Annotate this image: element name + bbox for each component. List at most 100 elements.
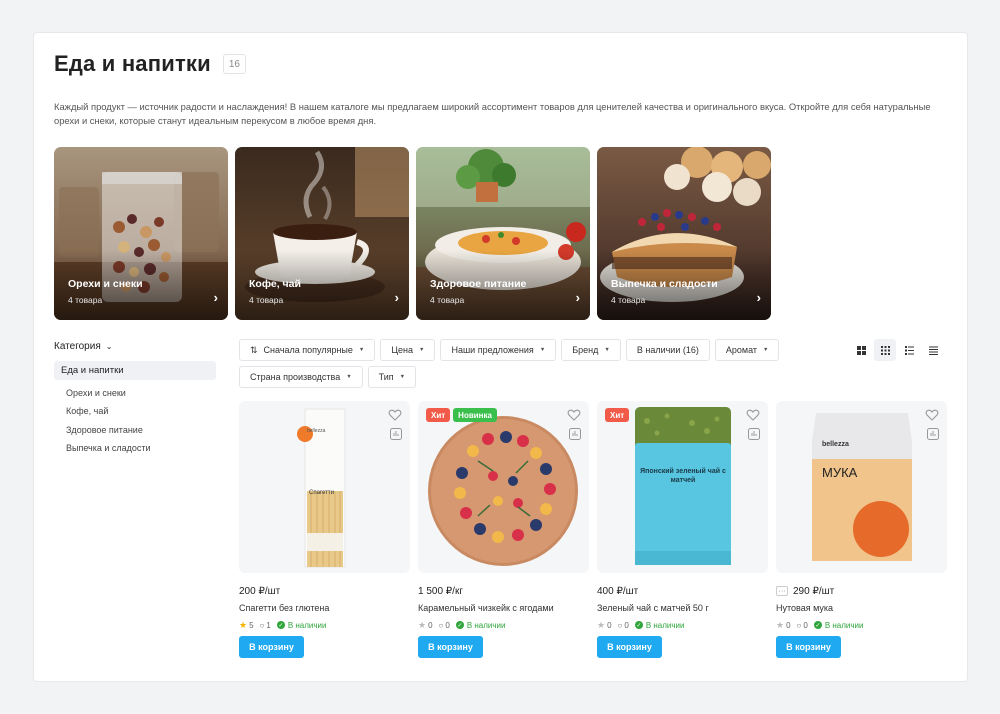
product-name[interactable]: Зеленый чай с матчей 50 г [597,603,768,616]
page-title: Еда и напитки [54,51,211,76]
add-to-cart-button[interactable]: В корзину [239,636,304,658]
price-value: 1 500 ₽/кг [418,585,463,597]
caret-down-icon: ▼ [399,374,406,380]
price-value: 200 ₽/шт [239,585,281,597]
table-icon [928,346,938,355]
caret-down-icon: ▼ [358,347,365,353]
filter-country[interactable]: Страна производства ▼ [239,366,363,388]
sidebar-item-healthy[interactable]: Здоровое питание [54,421,216,439]
tea-package-image [635,407,731,565]
filter-offers[interactable]: Наши предложения ▼ [440,339,557,361]
check-icon: ✓ [634,621,643,629]
heart-icon[interactable] [746,408,760,422]
sidebar-heading: Категория [54,340,101,352]
filter-type[interactable]: Тип ▼ [367,366,417,388]
product-price: 1 500 ₽/кг [418,584,589,598]
view-list-button[interactable] [898,339,920,361]
star-icon: ★ [597,619,606,630]
tag-hit: Хит [605,408,630,422]
category-tile-nuts[interactable]: Орехи и снеки 4 товара › [54,147,228,320]
tag-new: Новинка [453,408,497,422]
rating-value: 0 [786,620,791,630]
filter-in-stock[interactable]: В наличии (16) [625,339,710,361]
stock-label: В наличии [824,620,864,630]
category-tile-count: 4 товара [249,295,284,305]
product-card: bellezza МУКА ··· 290 ₽/шт Нутовая мука … [776,401,947,658]
product-price: ··· 290 ₽/шт [776,584,947,598]
comments: ○ 0 [618,621,629,630]
product-meta: ★ 0 ○ 0 ✓ В наличии [597,619,768,631]
product-tags: Хит Новинка [426,408,497,422]
product-card: bellezza Спагетти 200 ₽/шт Спагетти без … [239,401,410,658]
chevron-right-icon: › [213,290,218,305]
rating-value: 0 [607,620,612,630]
more-offers-button[interactable]: ··· [776,586,788,596]
category-tile-count: 4 товара [68,295,103,305]
pack-brand: bellezza [822,441,849,448]
product-image[interactable]: bellezza МУКА [776,401,947,573]
compare-icon[interactable] [390,428,402,440]
comment-icon: ○ [259,620,265,630]
category-tile-name: Кофе, чай [249,278,301,290]
add-to-cart-button[interactable]: В корзину [776,636,841,658]
comment-icon: ○ [617,620,623,630]
product-name[interactable]: Спагетти без глютена [239,603,410,616]
filter-label: Тип [378,372,394,382]
category-tile-count: 4 товара [430,295,465,305]
product-card: Хит Новинка 1 500 ₽/кг Карамельный чизке… [418,401,589,658]
sort-dropdown[interactable]: ⇅ Сначала популярные ▼ [239,339,376,361]
product-name[interactable]: Нутовая мука [776,603,947,616]
view-table-button[interactable] [922,339,944,361]
category-tile-count: 4 товара [611,295,646,305]
compare-icon[interactable] [569,428,581,440]
category-tile-name: Выпечка и сладости [611,278,718,290]
flour-package-image [812,413,912,561]
chevron-down-icon: ⌄ [105,341,113,351]
star-icon: ★ [776,619,785,630]
compare-icon[interactable] [748,428,760,440]
category-tile-bakery[interactable]: Выпечка и сладости 4 товара › [597,147,771,320]
filter-label: Страна производства [250,372,341,382]
add-to-cart-button[interactable]: В корзину [418,636,483,658]
sort-icon: ⇅ [250,344,258,355]
product-price: 400 ₽/шт [597,584,768,598]
heart-icon[interactable] [925,408,939,422]
add-to-cart-button[interactable]: В корзину [597,636,662,658]
filter-label: Цена [391,345,413,355]
product-image[interactable]: Японский зеленый чай с матчей Хит [597,401,768,573]
filter-price[interactable]: Цена ▼ [380,339,436,361]
pack-label: Спагетти [309,490,334,496]
category-tile-name: Здоровое питание [430,278,527,290]
stock-status: ✓ В наличии [634,620,685,630]
check-icon: ✓ [276,621,285,629]
product-count-badge: 16 [222,54,246,74]
view-grid-small-button[interactable] [874,339,896,361]
sidebar-item-nuts[interactable]: Орехи и снеки [54,384,216,402]
product-tags: Хит [605,408,630,422]
heart-icon[interactable] [567,408,581,422]
product-image[interactable]: Хит Новинка [418,401,589,573]
compare-icon[interactable] [927,428,939,440]
product-name[interactable]: Карамельный чизкейк с ягодами [418,603,589,616]
stock-status: ✓ В наличии [276,621,327,630]
price-value: 400 ₽/шт [597,585,639,597]
sidebar-item-coffee[interactable]: Кофе, чай [54,402,216,420]
grid-large-icon [856,345,866,355]
sidebar-item-bakery[interactable]: Выпечка и сладости [54,439,216,457]
grid-small-icon [880,345,890,355]
comment-count: 1 [266,620,271,630]
heart-icon[interactable] [388,408,402,422]
filter-aroma[interactable]: Аромат ▼ [714,339,780,361]
product-image[interactable]: bellezza Спагетти [239,401,410,573]
product-price: 200 ₽/шт [239,584,410,598]
filter-brand[interactable]: Бренд ▼ [561,339,621,361]
title-row: Еда и напитки 16 [54,51,246,77]
stock-label: В наличии [645,620,685,630]
category-tile-coffee[interactable]: Кофе, чай 4 товара › [235,147,409,320]
view-grid-large-button[interactable] [850,339,872,361]
category-filter-toggle[interactable]: Категория ⌄ [54,339,216,353]
category-tile-healthy[interactable]: Здоровое питание 4 товара › [416,147,590,320]
sidebar-list: Орехи и снеки Кофе, чай Здоровое питание… [54,384,216,457]
sidebar-item-active[interactable]: Еда и напитки [54,361,216,380]
chevron-right-icon: › [575,290,580,305]
